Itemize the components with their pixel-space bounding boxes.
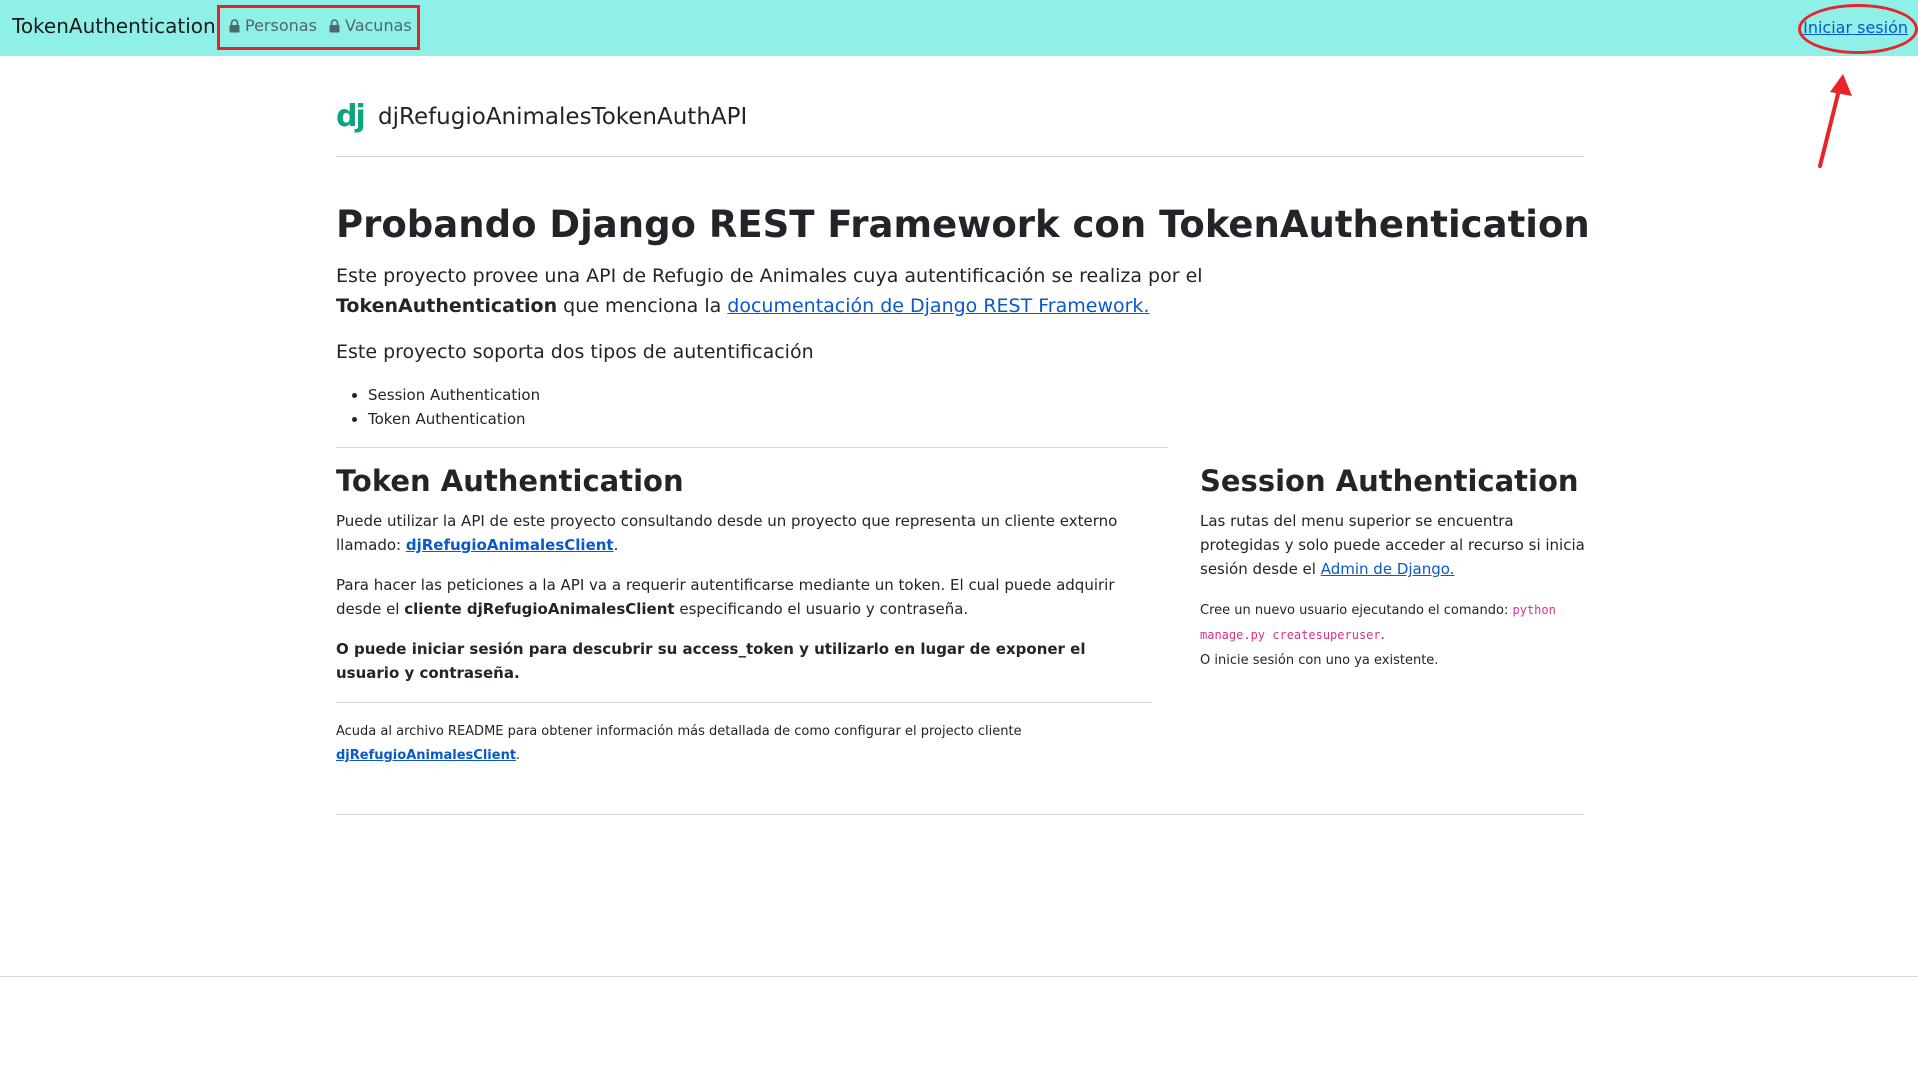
token-section-title: Token Authentication [336, 464, 684, 498]
session-paragraph: Cree un nuevo usuario ejecutando el coma… [1200, 598, 1590, 673]
paragraph-text: especificando el usuario y contraseña. [674, 600, 969, 618]
django-admin-link[interactable]: Admin de Django. [1321, 560, 1455, 578]
drf-docs-link[interactable]: documentación de Django REST Framework. [727, 295, 1149, 317]
footer-divider [0, 976, 1918, 977]
paragraph-bold: cliente djRefugioAnimalesClient [404, 600, 675, 618]
session-paragraph: Las rutas del menu superior se encuentra… [1200, 509, 1590, 581]
intro-lead: Este proyecto provee una API de Refugio … [336, 261, 1236, 321]
paragraph-text: O inicie sesión con uno ya existente. [1200, 653, 1439, 668]
page-title: Probando Django REST Framework con Token… [336, 203, 1590, 246]
nav-link-personas[interactable]: Personas [229, 16, 317, 35]
navbar-brand[interactable]: TokenAuthentication [12, 14, 216, 38]
top-navbar: TokenAuthentication Personas Vacunas Ini… [0, 0, 1918, 56]
intro-lead-bold: TokenAuthentication [336, 295, 558, 317]
client-project-link[interactable]: djRefugioAnimalesClient [336, 748, 516, 763]
lock-icon [329, 18, 340, 32]
site-header: dj djRefugioAnimalesTokenAuthAPI [336, 102, 747, 132]
annotation-arrow-icon [1818, 74, 1852, 168]
token-paragraph: Puede utilizar la API de este proyecto c… [336, 509, 1136, 557]
token-paragraph-bold: O puede iniciar sesión para descubrir su… [336, 640, 1086, 682]
paragraph-text: Cree un nuevo usuario ejecutando el coma… [1200, 603, 1513, 618]
annotation-ellipse [1798, 4, 1918, 54]
divider [336, 702, 1152, 703]
paragraph-text: Acuda al archivo README para obtener inf… [336, 724, 1022, 739]
client-project-link[interactable]: djRefugioAnimalesClient [406, 536, 614, 554]
divider [336, 156, 1584, 157]
paragraph-text: . [1380, 628, 1385, 643]
intro-lead-text: Este proyecto provee una API de Refugio … [336, 265, 1203, 287]
readme-note: Acuda al archivo README para obtener inf… [336, 720, 1136, 768]
token-paragraph: Para hacer las peticiones a la API va a … [336, 573, 1156, 621]
list-item: Session Authentication [368, 383, 540, 407]
divider [336, 814, 1584, 815]
site-title: djRefugioAnimalesTokenAuthAPI [378, 104, 748, 130]
intro-lead-text: que menciona la [557, 295, 728, 317]
auth-types-list: Session Authentication Token Authenticat… [336, 383, 540, 431]
paragraph-text: . [516, 748, 521, 763]
nav-link-label: Vacunas [345, 16, 412, 35]
lock-icon [229, 18, 240, 32]
list-item: Token Authentication [368, 407, 540, 431]
paragraph-text: . [613, 536, 619, 554]
intro-auth-types-text: Este proyecto soporta dos tipos de auten… [336, 341, 814, 363]
divider [336, 447, 1168, 448]
session-section-title: Session Authentication [1200, 464, 1579, 498]
nav-link-label: Personas [245, 16, 317, 35]
nav-link-vacunas[interactable]: Vacunas [329, 16, 412, 35]
django-logo-icon: dj [336, 99, 366, 134]
